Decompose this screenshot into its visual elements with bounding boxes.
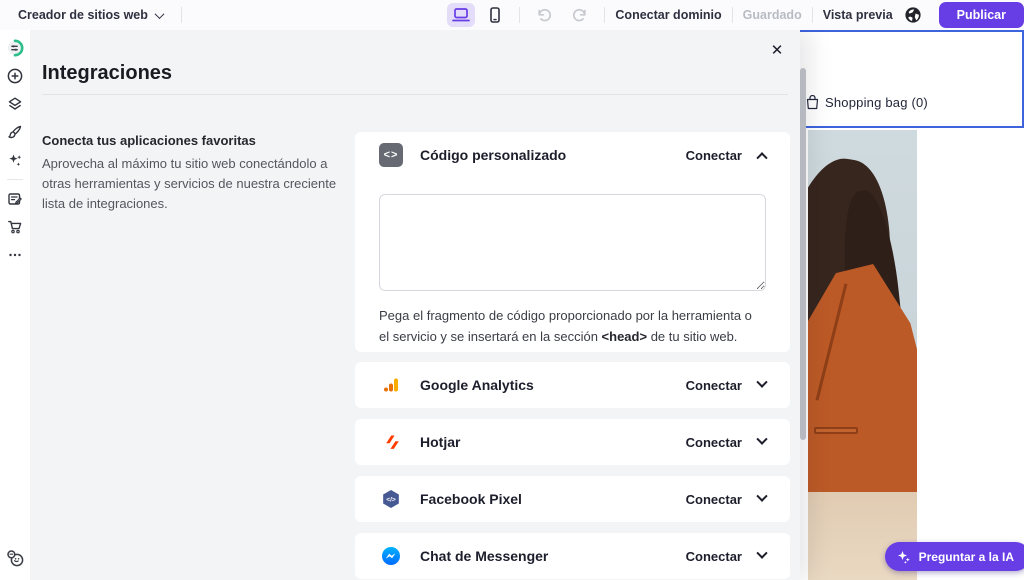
desktop-icon [451,6,471,24]
ask-ai-button[interactable]: Preguntar a la IA [885,542,1024,571]
integration-card-hotjar[interactable]: Hotjar Conectar [355,419,790,465]
preview-button[interactable]: Vista previa [823,8,893,22]
divider [519,7,520,23]
divider [181,7,182,23]
shopping-bag-icon [806,95,819,110]
integration-title: Código personalizado [420,147,686,163]
shopping-cart-icon [7,219,23,235]
integration-title: Facebook Pixel [420,491,686,507]
accessibility-icon [5,548,25,568]
site-header-section-selected[interactable]: Shopping bag (0) [800,30,1024,128]
integration-card-facebook-pixel[interactable]: </> Facebook Pixel Conectar [355,476,790,522]
hero-image[interactable] [808,130,917,580]
google-analytics-icon [379,373,403,397]
panel-scrollbar[interactable] [800,68,806,440]
redo-icon [571,6,589,24]
intro-heading: Conecta tus aplicaciones favoritas [42,133,348,148]
chevron-up-icon[interactable] [756,152,767,163]
chevron-down-icon[interactable] [756,377,767,388]
chevron-down-icon [154,9,164,19]
integration-card-messenger[interactable]: Chat de Messenger Conectar [355,533,790,579]
code-brackets-icon: <> [379,143,403,167]
publish-button[interactable]: Publicar [939,2,1024,28]
shopping-bag-link[interactable]: Shopping bag (0) [806,95,928,110]
messenger-icon [379,544,403,568]
topbar: Creador de sitios web [0,0,1024,30]
page-edit-icon [7,191,23,207]
store-button[interactable] [0,213,30,241]
mobile-icon [486,6,504,24]
integration-card-google-analytics[interactable]: Google Analytics Conectar [355,362,790,408]
sections-layers-button[interactable] [0,90,30,118]
blog-pages-button[interactable] [0,185,30,213]
accessibility-widget-button[interactable] [0,544,30,572]
custom-code-hint: Pega el fragmento de código proporcionad… [379,306,763,348]
connect-button[interactable]: Conectar [686,435,742,450]
page-title: Integraciones [42,62,172,85]
hint-text: de tu sitio web. [647,329,737,344]
sidebar [0,30,30,580]
ellipsis-icon [7,247,23,263]
undo-button[interactable] [530,3,558,27]
hero-image-pocket-shape [814,427,858,434]
facebook-pixel-icon: </> [379,487,403,511]
add-element-button[interactable] [0,62,30,90]
globe-icon [904,6,922,24]
design-style-button[interactable] [0,118,30,146]
ai-sparkle-icon [896,549,912,565]
hint-head-tag: <head> [602,329,648,344]
close-icon[interactable]: ✕ [766,39,788,61]
chevron-down-icon[interactable] [756,548,767,559]
intro-body: Aprovecha al máximo tu sitio web conectá… [42,154,348,214]
integration-title: Chat de Messenger [420,548,686,564]
hero-image-lapel-shape [816,283,848,400]
intro-text-block: Conecta tus aplicaciones favoritas Aprov… [42,133,348,214]
integration-title: Google Analytics [420,377,686,393]
layers-icon [7,96,23,112]
sparkles-icon [7,152,23,168]
connect-button[interactable]: Conectar [686,148,742,163]
undo-icon [535,6,553,24]
connect-button[interactable]: Conectar [686,378,742,393]
mobile-view-button[interactable] [481,3,509,27]
builder-menu[interactable]: Creador de sitios web [18,7,192,23]
integration-card-header[interactable]: <> Código personalizado Conectar [355,132,790,178]
custom-code-textarea[interactable] [379,194,766,291]
shopping-bag-label: Shopping bag (0) [825,95,928,110]
saved-status: Guardado [743,8,802,22]
integration-title: Hotjar [420,434,686,450]
divider [732,7,733,23]
hero-image-jacket-shape [808,264,917,492]
redo-button[interactable] [566,3,594,27]
builder-logo[interactable] [0,34,30,62]
more-tools-button[interactable] [0,241,30,269]
site-preview: Shopping bag (0) [800,30,1024,580]
connect-domain-button[interactable]: Conectar dominio [615,8,721,22]
ask-ai-label: Preguntar a la IA [919,550,1014,564]
chevron-down-icon[interactable] [756,434,767,445]
builder-menu-label[interactable]: Creador de sitios web [18,8,148,22]
builder-logo-icon [6,39,24,57]
sidebar-divider [7,179,23,180]
integration-card-custom-code: <> Código personalizado Conectar Pega el… [355,132,790,352]
chevron-down-icon[interactable] [756,491,767,502]
title-divider [42,94,788,95]
hotjar-icon [379,430,403,454]
svg-text:</>: </> [386,497,396,504]
ai-tools-button[interactable] [0,146,30,174]
desktop-view-button[interactable] [447,3,475,27]
connect-button[interactable]: Conectar [686,492,742,507]
topbar-actions: Conectar dominio Guardado Vista previa P… [447,2,1024,28]
paintbrush-icon [7,124,23,140]
language-globe-button[interactable] [899,3,927,27]
plus-circle-icon [7,68,23,84]
connect-button[interactable]: Conectar [686,549,742,564]
divider [812,7,813,23]
divider [604,7,605,23]
integrations-panel: ✕ Integraciones Conecta tus aplicaciones… [30,30,800,580]
